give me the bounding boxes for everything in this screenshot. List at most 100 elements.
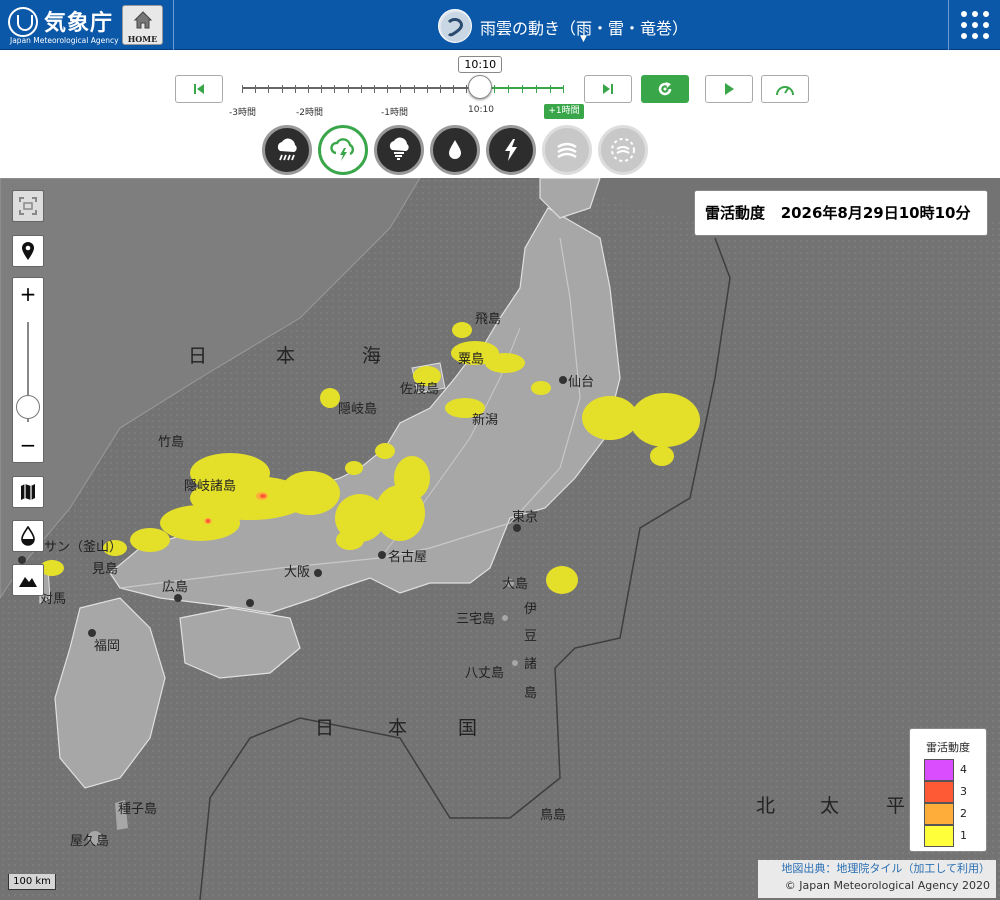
jma-logo-icon bbox=[8, 7, 38, 37]
thunder-cloud-icon bbox=[330, 138, 354, 161]
sea-label: 本 bbox=[276, 345, 296, 367]
slider-tick-future bbox=[536, 85, 537, 93]
map-canvas bbox=[0, 178, 1000, 900]
play-button[interactable] bbox=[705, 75, 753, 103]
current-time-label: 10:10 bbox=[458, 56, 503, 73]
place-label: 飛島 bbox=[475, 312, 502, 327]
home-label: HOME bbox=[127, 34, 158, 44]
grid-dot-icon bbox=[983, 22, 989, 28]
grid-menu-button[interactable] bbox=[960, 10, 990, 40]
place-label: 大島 bbox=[502, 577, 529, 592]
reload-icon bbox=[658, 82, 672, 96]
speed-button[interactable] bbox=[761, 75, 809, 103]
legend: 雷活動度 4 3 2 1 bbox=[909, 728, 987, 852]
place-label: 広島 bbox=[162, 580, 189, 595]
mode-precipitation-button[interactable] bbox=[430, 125, 480, 175]
opacity-button[interactable] bbox=[12, 520, 44, 552]
time-controls: 10:10 -3時間 -2時間 -1時間 10:10 +1時間 bbox=[0, 51, 1000, 178]
sea-label: 本 bbox=[388, 717, 408, 739]
fullscreen-button[interactable] bbox=[12, 190, 44, 222]
basemap-button[interactable] bbox=[12, 476, 44, 508]
skip-to-start-button[interactable] bbox=[175, 75, 223, 103]
legend-swatch-2 bbox=[924, 803, 954, 825]
izu-label: 諸 bbox=[524, 657, 538, 672]
slider-tick-future bbox=[508, 85, 509, 93]
legend-value: 1 bbox=[960, 829, 967, 842]
mode-cloud-layer-button[interactable] bbox=[542, 125, 592, 175]
legend-value: 4 bbox=[960, 763, 967, 776]
mode-cloud-dashed-button[interactable] bbox=[598, 125, 648, 175]
jma-logo[interactable]: 気象庁 Japan Meteorological Agency bbox=[8, 5, 119, 45]
future-badge: +1時間 bbox=[544, 104, 584, 119]
skip-forward-icon bbox=[603, 84, 613, 94]
weather-map[interactable]: 日 本 海 日 本 国 北 太 平 伊 豆 諸 島 飛島 粟島 佐渡島 新潟 仙… bbox=[0, 178, 1000, 900]
skip-to-end-button[interactable] bbox=[584, 75, 632, 103]
fullscreen-icon bbox=[19, 197, 37, 215]
slider-tick bbox=[321, 85, 322, 93]
copyright-text: © Japan Meteorological Agency 2020 bbox=[784, 879, 990, 892]
zoom-slider-handle[interactable] bbox=[16, 395, 40, 419]
sea-label: 太 bbox=[820, 795, 840, 817]
grid-dot-icon bbox=[972, 22, 978, 28]
grid-dot-icon bbox=[983, 33, 989, 39]
header-divider bbox=[173, 0, 174, 50]
home-button[interactable]: HOME bbox=[122, 5, 163, 45]
grid-dot-icon bbox=[972, 11, 978, 17]
slider-tick bbox=[374, 85, 375, 93]
grid-dot-icon bbox=[972, 33, 978, 39]
slider-tick bbox=[308, 85, 309, 93]
tick-label: -2時間 bbox=[296, 108, 323, 118]
slider-tick bbox=[295, 85, 296, 93]
slider-handle[interactable] bbox=[468, 75, 493, 99]
place-label: 仙台 bbox=[568, 375, 595, 390]
place-label: 隠岐諸島 bbox=[184, 479, 237, 494]
slider-tick-future bbox=[550, 85, 551, 93]
mode-rain-button[interactable] bbox=[262, 125, 312, 175]
tick-label: 10:10 bbox=[468, 105, 494, 115]
zoom-in-button[interactable]: + bbox=[13, 278, 43, 310]
place-label: 見島 bbox=[92, 562, 119, 577]
folded-map-icon bbox=[21, 484, 35, 500]
izu-label: 島 bbox=[524, 686, 538, 701]
slider-tick bbox=[414, 85, 415, 93]
place-label: 名古屋 bbox=[388, 550, 428, 565]
chevron-down-icon: ▼ bbox=[580, 34, 587, 44]
mode-tornado-button[interactable] bbox=[374, 125, 424, 175]
sea-label: 平 bbox=[886, 795, 906, 817]
layer-info-box: 雷活動度 2026年8月29日10時10分 bbox=[694, 190, 988, 236]
place-label: 竹島 bbox=[158, 435, 185, 450]
radar-globe-icon bbox=[438, 9, 472, 43]
rain-cloud-icon bbox=[277, 138, 297, 161]
layer-datetime: 2026年8月29日10時10分 bbox=[780, 204, 971, 222]
zoom-control: + − bbox=[12, 277, 44, 463]
slider-tick-future bbox=[494, 85, 495, 93]
zoom-out-button[interactable]: − bbox=[13, 430, 43, 462]
sea-label: 日 bbox=[315, 717, 335, 739]
grid-dot-icon bbox=[961, 22, 967, 28]
scale-bar: 100 km bbox=[8, 874, 56, 890]
slider-tick bbox=[427, 85, 428, 93]
water-drop-icon bbox=[449, 140, 461, 159]
tick-label: -3時間 bbox=[229, 108, 256, 118]
mountain-icon bbox=[19, 577, 37, 587]
slider-tick bbox=[440, 85, 441, 93]
opacity-drop-icon bbox=[21, 525, 35, 546]
lightning-bolt-icon bbox=[505, 139, 517, 161]
place-label: 福岡 bbox=[94, 639, 121, 654]
reload-button[interactable] bbox=[641, 75, 689, 103]
tick-label: -1時間 bbox=[381, 108, 408, 118]
place-label: 八丈島 bbox=[465, 666, 505, 681]
slider-tick bbox=[334, 85, 335, 93]
mode-lightning-button[interactable] bbox=[486, 125, 536, 175]
slider-tick-future bbox=[522, 85, 523, 93]
locate-button[interactable] bbox=[12, 235, 44, 267]
slider-tick bbox=[361, 85, 362, 93]
slider-tick bbox=[466, 85, 467, 93]
map-source-link[interactable]: 地図出典：地理院タイル（加工して利用） bbox=[781, 862, 990, 875]
terrain-button[interactable] bbox=[12, 564, 44, 596]
place-label: 屋久島 bbox=[70, 834, 110, 849]
layer-name: 雷活動度 bbox=[705, 204, 766, 222]
mode-thunder-button[interactable] bbox=[318, 125, 368, 175]
app-header: 気象庁 Japan Meteorological Agency HOME 雨雲の… bbox=[0, 0, 1000, 50]
logo-text: 気象庁 bbox=[44, 11, 114, 36]
